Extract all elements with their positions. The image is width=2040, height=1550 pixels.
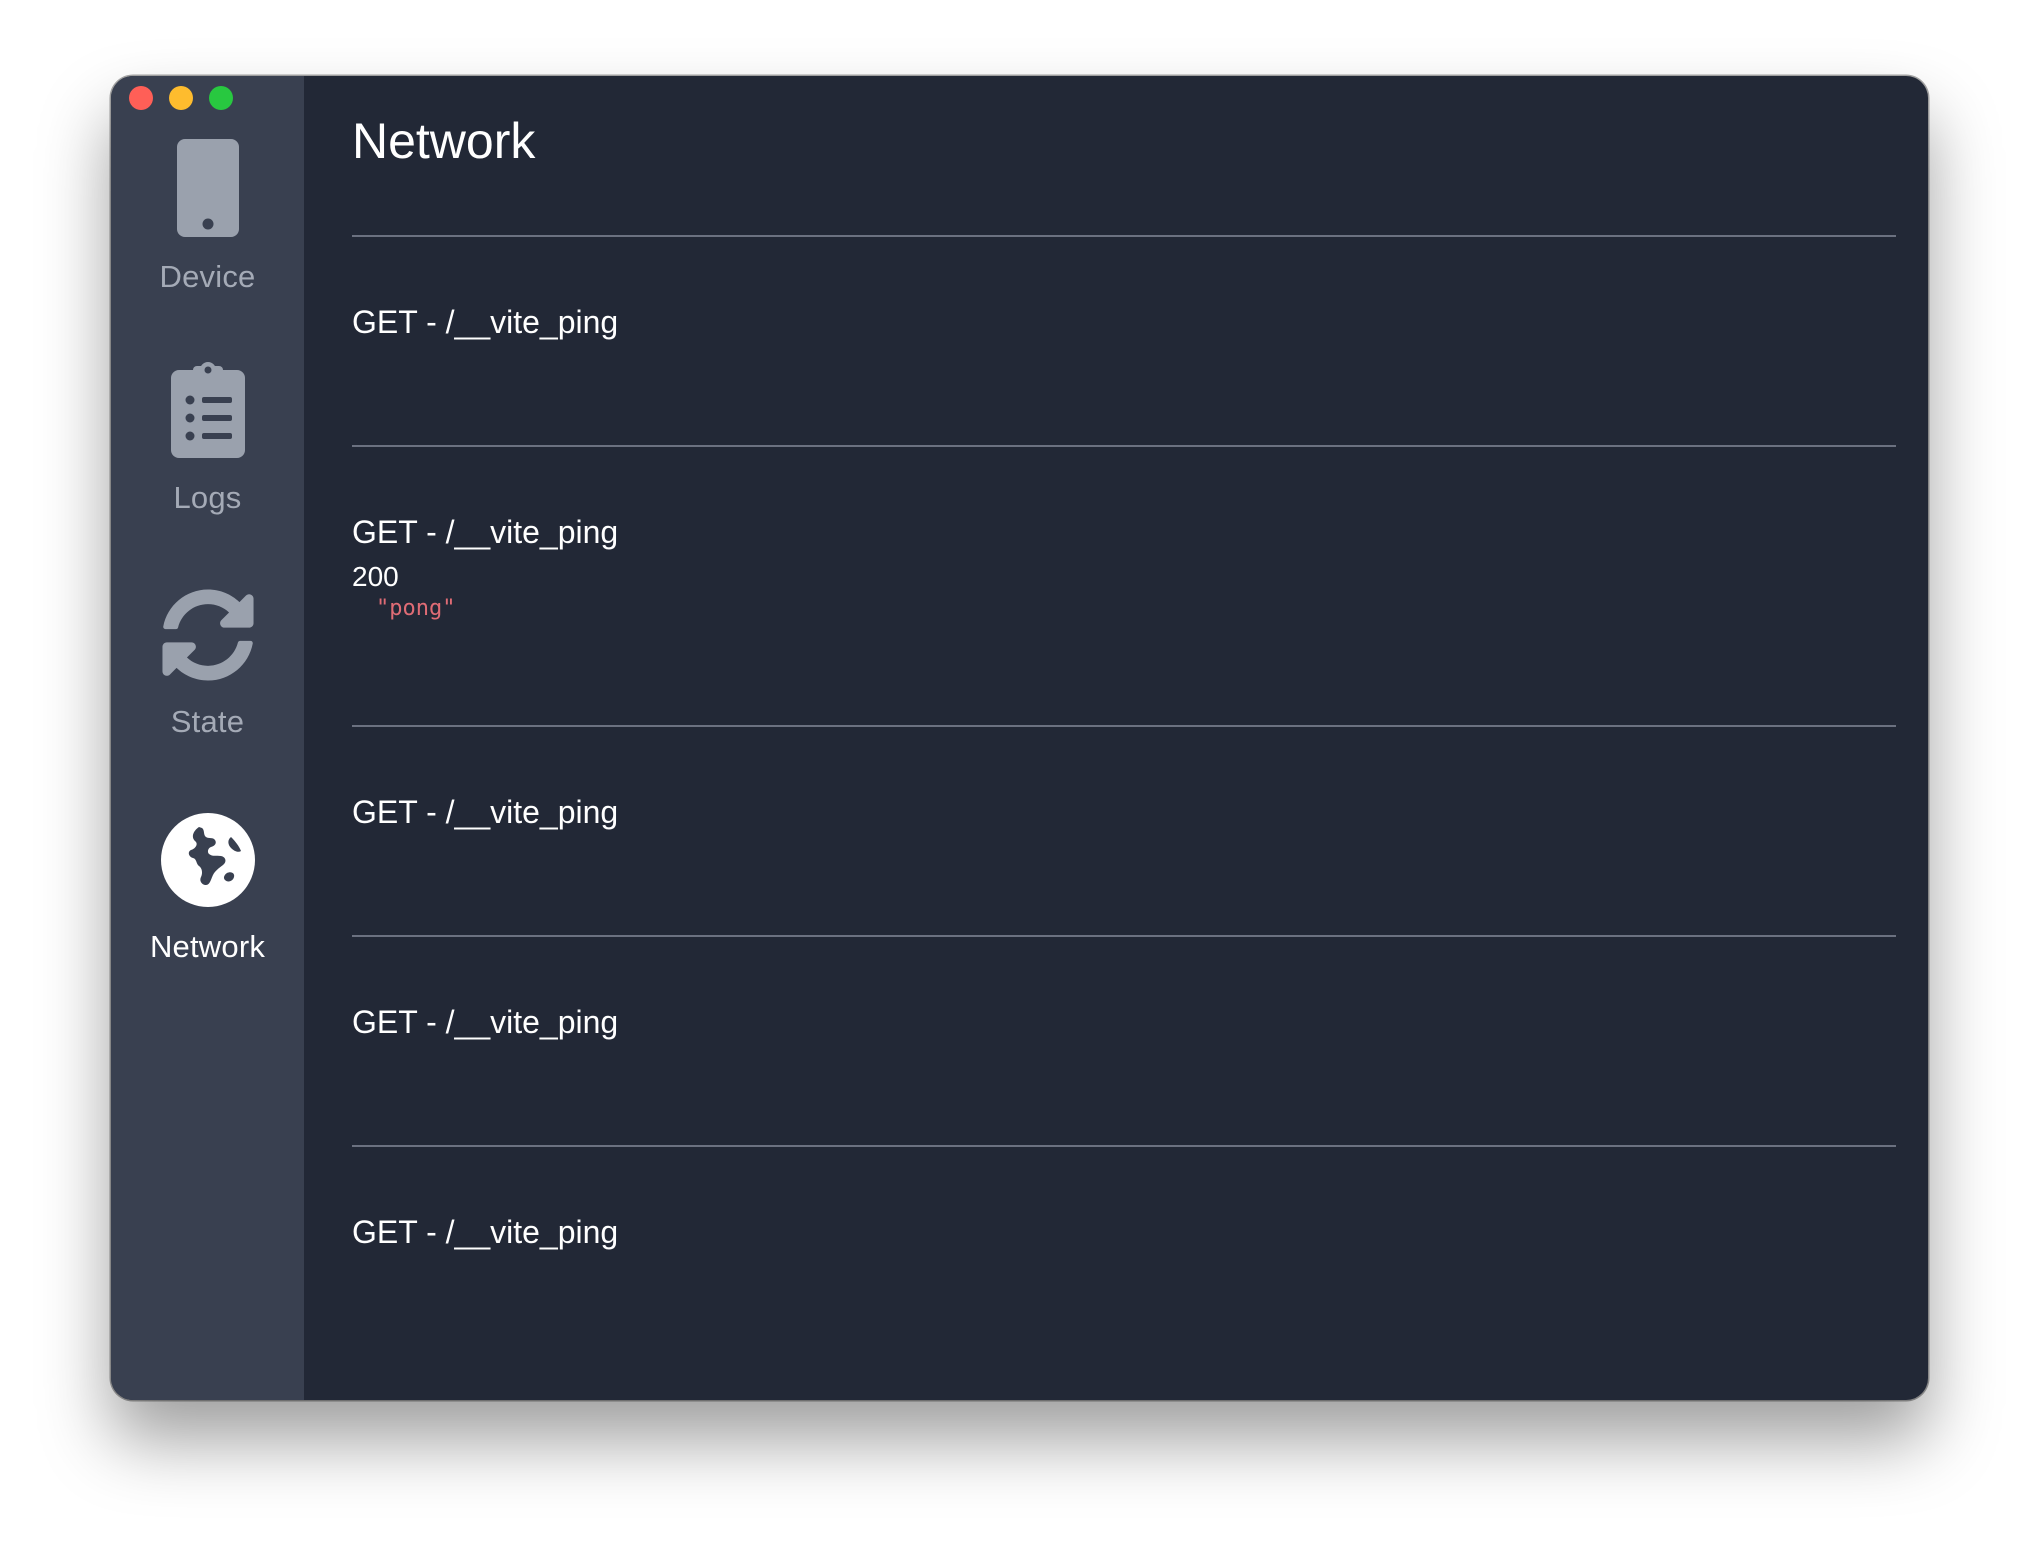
sidebar-item-device[interactable]: Device: [111, 139, 304, 295]
network-request-row[interactable]: GET - /__vite_ping 200 "pong": [352, 512, 1896, 621]
sidebar-item-logs[interactable]: Logs: [111, 362, 304, 516]
close-button[interactable]: [129, 86, 153, 110]
zoom-button[interactable]: [209, 86, 233, 110]
clipboard-list-icon: [170, 362, 245, 458]
request-line: GET - /__vite_ping: [352, 1004, 619, 1040]
window-controls: [129, 86, 233, 110]
globe-icon: [160, 813, 255, 907]
divider: [352, 445, 1896, 447]
network-request-row[interactable]: GET - /__vite_ping: [352, 1002, 1896, 1042]
sidebar-item-label: Logs: [173, 480, 242, 515]
page-title: Network: [352, 113, 536, 169]
sidebar-item-network[interactable]: Network: [111, 813, 304, 965]
minimize-button[interactable]: [169, 86, 193, 110]
sidebar-item-state[interactable]: State: [111, 588, 304, 740]
network-panel: Network GET - /__vite_ping GET - /__vite…: [304, 76, 1928, 1400]
request-line: GET - /__vite_ping: [352, 514, 619, 550]
network-request-row[interactable]: GET - /__vite_ping: [352, 792, 1896, 832]
divider: [352, 725, 1896, 727]
request-line: GET - /__vite_ping: [352, 794, 619, 830]
divider: [352, 935, 1896, 937]
request-line: GET - /__vite_ping: [352, 1214, 619, 1250]
sidebar-item-label: Device: [159, 259, 256, 294]
phone-icon: [176, 139, 239, 237]
sync-icon: [161, 589, 254, 681]
sidebar: Device Logs State Network: [111, 76, 304, 1400]
response-body: "pong": [376, 596, 456, 621]
divider: [352, 1145, 1896, 1147]
network-request-row[interactable]: GET - /__vite_ping: [352, 302, 1896, 342]
network-request-row[interactable]: GET - /__vite_ping: [352, 1212, 1896, 1252]
divider: [352, 235, 1896, 237]
app-window: Device Logs State Network Network GET - …: [111, 76, 1928, 1400]
request-line: GET - /__vite_ping: [352, 304, 619, 340]
sidebar-item-label: State: [170, 704, 245, 739]
sidebar-item-label: Network: [149, 929, 266, 964]
response-status: 200: [352, 561, 399, 592]
